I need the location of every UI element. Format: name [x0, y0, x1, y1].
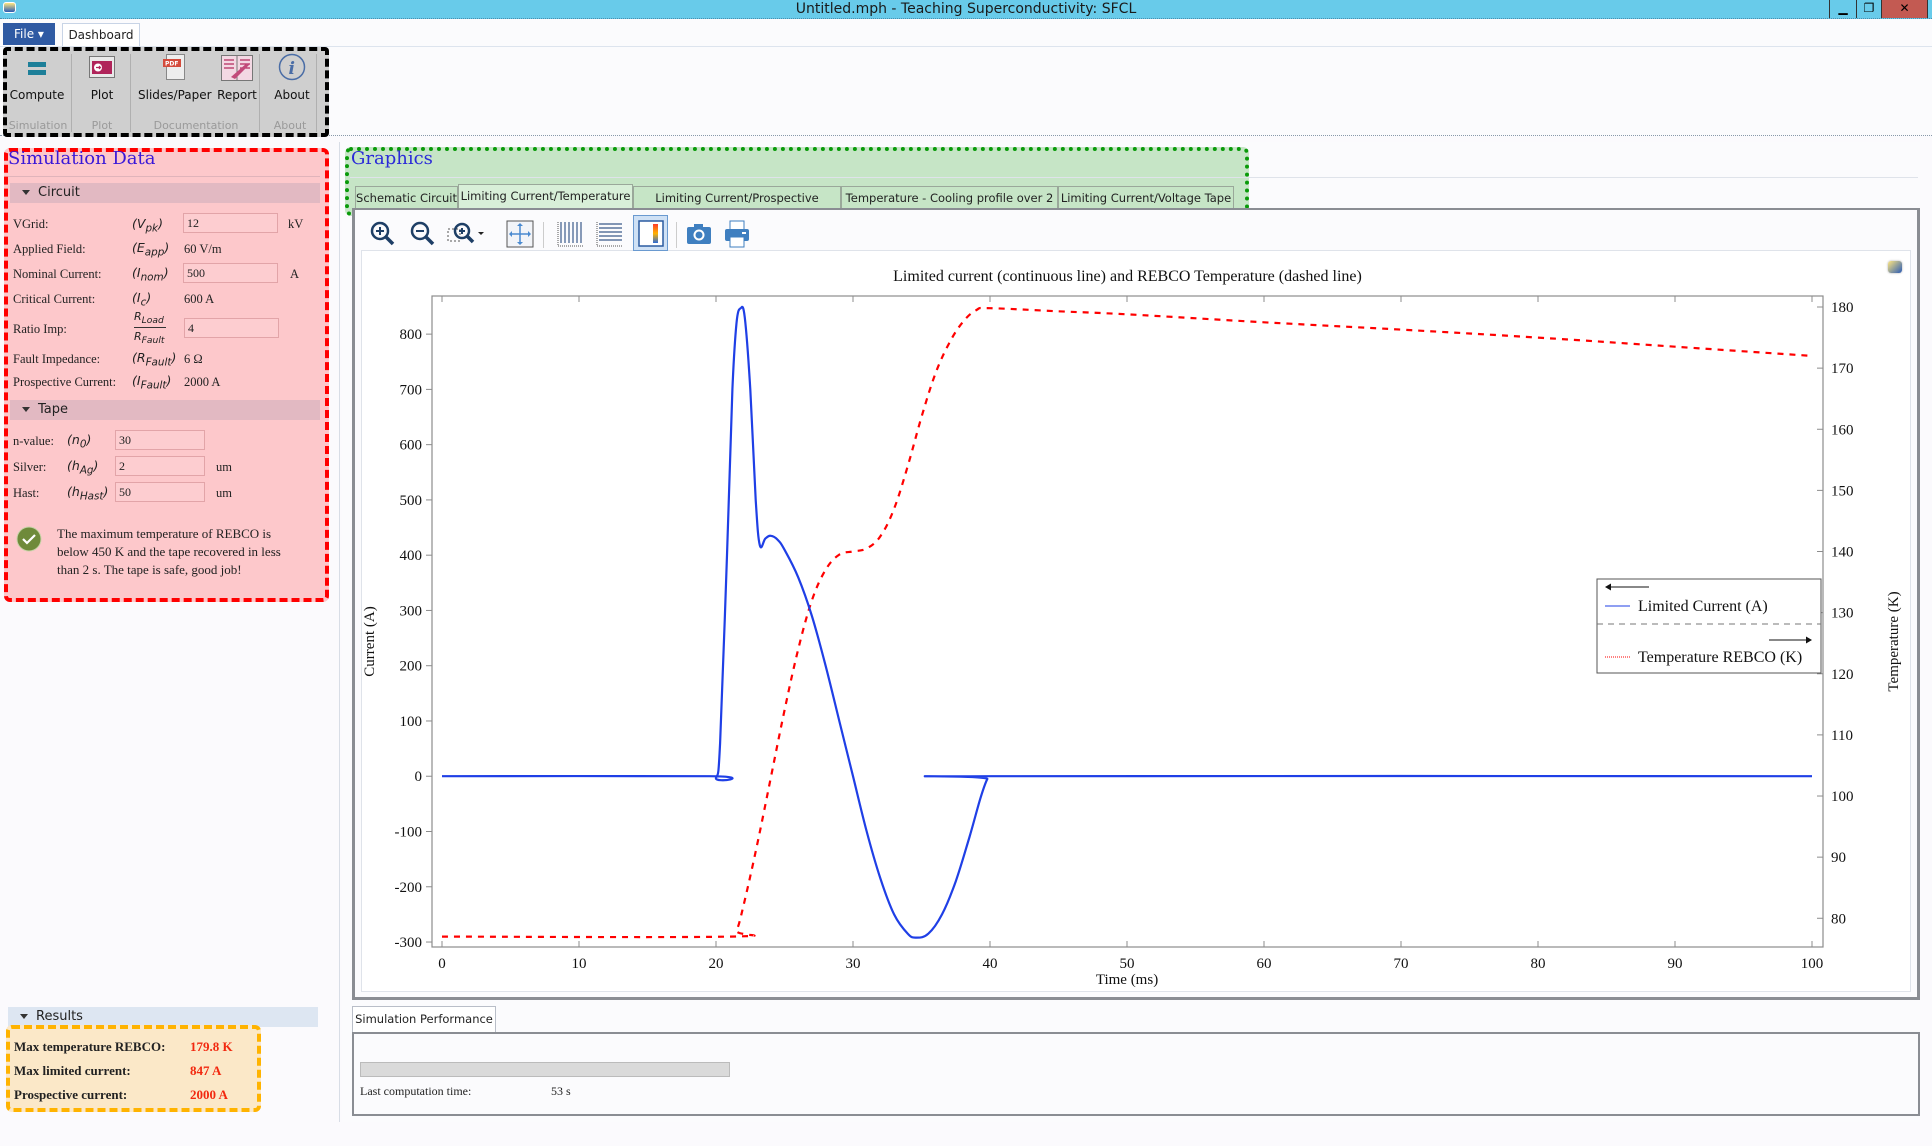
symbol: (IFault): [132, 373, 172, 392]
minimize-button[interactable]: ▁: [1829, 0, 1856, 18]
tab-limiting-current-temperature[interactable]: Limiting Current/Temperature: [458, 184, 633, 210]
simulation-data-title: Simulation Data: [8, 148, 156, 169]
graphics-title: Graphics: [351, 148, 433, 169]
symbol: (Eapp): [132, 240, 170, 259]
progress-bar: [360, 1062, 730, 1077]
pdf-icon: PDF: [163, 54, 185, 80]
plot-button[interactable]: Plot: [76, 52, 128, 102]
plot-canvas: [361, 250, 1911, 992]
vgrid-input[interactable]: 12: [183, 213, 278, 233]
divider: [8, 176, 320, 177]
toolbar-separator: [676, 222, 677, 248]
snapshot-icon[interactable]: [684, 219, 714, 249]
collapse-icon: [22, 407, 30, 412]
last-computation-label: Last computation time:: [360, 1084, 472, 1098]
nominal-current-input[interactable]: 500: [183, 263, 278, 283]
tab-simulation-performance[interactable]: Simulation Performance: [352, 1006, 496, 1032]
fraction-bar: [134, 327, 166, 328]
ribbon-separator: [130, 54, 131, 132]
compute-icon: [28, 62, 46, 75]
prospective-current-result: 2000 A: [190, 1087, 228, 1102]
svg-text:i: i: [289, 59, 295, 79]
tab-limiting-current-voltage-tape[interactable]: Limiting Current/Voltage Tape: [1058, 186, 1234, 210]
ribbon-separator: [316, 54, 317, 132]
fault-impedance-value: 6 Ω: [184, 352, 203, 366]
ribbon-group-plot: Plot: [91, 119, 113, 132]
tape-section-header[interactable]: Tape: [10, 400, 320, 420]
about-button[interactable]: i About: [266, 52, 318, 102]
zoom-extents-icon[interactable]: [505, 219, 535, 249]
check-circle-icon: [16, 526, 42, 552]
restore-button[interactable]: ❐: [1856, 0, 1881, 18]
symbol: (Ic): [132, 290, 152, 309]
status-message: The maximum temperature of REBCO is belo…: [57, 526, 281, 577]
print-icon[interactable]: [722, 219, 752, 249]
symbol: (RFault): [132, 350, 177, 369]
symbol: (n0): [67, 432, 92, 451]
ribbon-group-about: About: [273, 119, 307, 132]
tab-temperature-cooling-profile[interactable]: Temperature - Cooling profile over 2 s: [841, 186, 1058, 227]
ribbon-separator: [71, 54, 72, 132]
results-section-header[interactable]: Results: [8, 1007, 318, 1027]
max-current-value: 847 A: [190, 1063, 222, 1078]
ratio-numerator: RLoad: [134, 310, 164, 327]
file-menu-button[interactable]: File ▾: [3, 23, 55, 45]
zoom-out-icon[interactable]: [408, 219, 438, 249]
zoom-box-icon[interactable]: [446, 219, 486, 249]
ribbon-group-simulation: Simulation: [8, 119, 68, 132]
symbol: (Vpk): [132, 216, 163, 235]
report-icon: [221, 55, 253, 81]
last-computation-value: 53 s: [551, 1084, 571, 1098]
symbol: (hAg): [67, 458, 99, 477]
ratio-denominator: RFault: [134, 330, 165, 347]
plot-icon: [89, 56, 115, 78]
tab-schematic-circuit[interactable]: Schematic Circuit: [355, 186, 458, 210]
collapse-icon: [22, 190, 30, 195]
color-legend-icon: [638, 220, 664, 247]
close-button[interactable]: ✕: [1881, 0, 1928, 18]
silver-input[interactable]: 2: [115, 456, 205, 476]
title-bar: Untitled.mph - Teaching Superconductivit…: [0, 0, 1932, 19]
plot-window-icon[interactable]: [1888, 261, 1902, 273]
compute-button[interactable]: Compute: [8, 52, 66, 102]
circuit-section-header[interactable]: Circuit: [10, 183, 320, 203]
tab-dashboard[interactable]: Dashboard: [62, 23, 140, 47]
n-value-input[interactable]: 30: [115, 430, 205, 450]
symbol: (Inom): [132, 265, 169, 284]
slides-paper-button[interactable]: PDF Slides/Paper: [138, 52, 212, 102]
window-title: Untitled.mph - Teaching Superconductivit…: [795, 1, 1137, 17]
y-grid-icon[interactable]: [594, 219, 624, 249]
report-button[interactable]: Report: [212, 52, 262, 102]
svg-text:PDF: PDF: [165, 61, 178, 68]
ratio-imp-input[interactable]: 4: [184, 318, 279, 338]
ribbon-separator: [259, 54, 260, 132]
x-grid-icon[interactable]: [555, 219, 585, 249]
hast-input[interactable]: 50: [115, 482, 205, 502]
prospective-current-value: 2000 A: [184, 375, 221, 389]
zoom-in-icon[interactable]: [368, 219, 398, 249]
tab-limiting-current-prospective-current[interactable]: Limiting Current/Prospective Current: [633, 186, 841, 227]
applied-field-value: 60 V/m: [184, 242, 222, 256]
toolbar-separator: [543, 222, 544, 248]
max-temperature-value: 179.8 K: [190, 1039, 233, 1054]
symbol: (hHast): [67, 484, 109, 503]
divider: [350, 177, 1918, 178]
ribbon-group-documentation: Documentation: [153, 119, 239, 132]
collapse-icon: [20, 1014, 28, 1019]
ribbon-tab-row: [0, 19, 1932, 46]
color-legend-button[interactable]: [633, 215, 668, 251]
critical-current-value: 600 A: [184, 292, 215, 306]
info-icon: i: [278, 53, 306, 81]
